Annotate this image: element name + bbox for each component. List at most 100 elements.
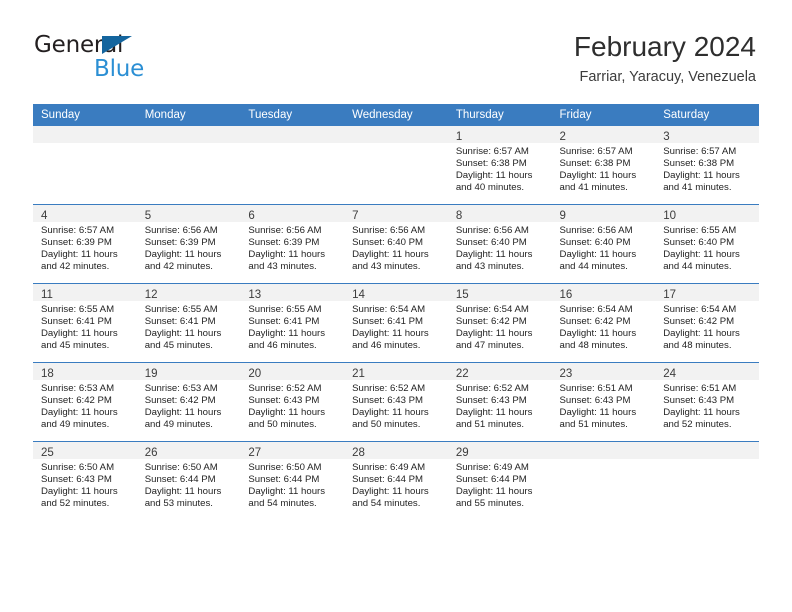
calendar-page: General Blue February 2024 Farriar, Yara… xyxy=(0,0,792,612)
calendar-day-cell[interactable]: 24 Sunrise: 6:51 AM Sunset: 6:43 PM Dayligh… xyxy=(655,362,759,442)
day-number: 7 xyxy=(352,210,359,222)
calendar-day-cell[interactable]: 23 Sunrise: 6:51 AM Sunset: 6:43 PM Dayligh… xyxy=(551,362,656,442)
day-number-band xyxy=(33,126,137,143)
calendar-day-cell[interactable]: 17 Sunrise: 6:54 AM Sunset: 6:42 PM Dayligh… xyxy=(655,283,759,363)
day-number-band: 1 xyxy=(447,126,552,143)
day-details: Sunrise: 6:53 AM Sunset: 6:42 PM Daylight:… xyxy=(137,380,241,431)
calendar-day-cell[interactable]: 29 Sunrise: 6:49 AM Sunset: 6:44 PM Dayligh… xyxy=(447,441,552,520)
day-number: 19 xyxy=(144,368,158,380)
day-number: 5 xyxy=(144,210,152,222)
weekday-header-monday: Monday xyxy=(136,104,241,126)
calendar-body: 1 Sunrise: 6:57 AM Sunset: 6:38 PM Daylight… xyxy=(33,126,759,520)
daylight-text-line1: Daylight: 11 hours xyxy=(41,486,118,498)
calendar-day-cell[interactable]: 16 Sunrise: 6:54 AM Sunset: 6:42 PM Dayligh… xyxy=(551,283,656,363)
calendar-day-cell[interactable]: 26 Sunrise: 6:50 AM Sunset: 6:44 PM Dayligh… xyxy=(136,441,241,520)
sunset-text: Sunset: 6:41 PM xyxy=(352,316,424,328)
calendar-day-cell[interactable]: 9 Sunrise: 6:56 AM Sunset: 6:40 PM Daylight… xyxy=(551,204,656,284)
weekday-header-tuesday: Tuesday xyxy=(240,104,345,126)
calendar-day-cell[interactable]: 21 Sunrise: 6:52 AM Sunset: 6:43 PM Dayligh… xyxy=(344,362,448,442)
day-number-band: 15 xyxy=(447,284,552,301)
calendar-day-cell[interactable]: 11 Sunrise: 6:55 AM Sunset: 6:41 PM Dayligh… xyxy=(33,283,137,363)
sunrise-text: Sunrise: 6:56 AM xyxy=(455,225,529,236)
daylight-text-line1: Daylight: 11 hours xyxy=(144,328,222,340)
calendar-day-cell[interactable]: 22 Sunrise: 6:52 AM Sunset: 6:43 PM Dayligh… xyxy=(447,362,552,442)
day-details: Sunrise: 6:52 AM Sunset: 6:43 PM Daylight:… xyxy=(240,380,344,431)
daylight-text-line1: Daylight: 11 hours xyxy=(559,249,637,261)
empty-day xyxy=(551,442,656,520)
day-number: 25 xyxy=(41,447,54,459)
day-number-band: 20 xyxy=(240,363,345,380)
day-details: Sunrise: 6:54 AM Sunset: 6:42 PM Daylight:… xyxy=(448,301,552,352)
day-details: Sunrise: 6:56 AM Sunset: 6:40 PM Daylight:… xyxy=(344,222,448,273)
calendar-day-cell[interactable]: 1 Sunrise: 6:57 AM Sunset: 6:38 PM Daylight… xyxy=(447,126,552,205)
calendar-day-cell[interactable]: 6 Sunrise: 6:56 AM Sunset: 6:39 PM Daylight… xyxy=(240,204,345,284)
calendar-day-cell[interactable]: 2 Sunrise: 6:57 AM Sunset: 6:38 PM Daylight… xyxy=(551,126,656,205)
day-number-band: 8 xyxy=(447,205,552,222)
calendar-day-cell[interactable] xyxy=(33,126,137,205)
calendar-day-cell[interactable]: 28 Sunrise: 6:49 AM Sunset: 6:44 PM Dayligh… xyxy=(344,441,448,520)
calendar-day-cell[interactable]: 12 Sunrise: 6:55 AM Sunset: 6:41 PM Dayligh… xyxy=(136,283,241,363)
calendar-day-cell[interactable]: 3 Sunrise: 6:57 AM Sunset: 6:38 PM Daylight… xyxy=(655,126,759,205)
daylight-text-line2: and 45 minutes. xyxy=(144,340,213,352)
daylight-text-line2: and 54 minutes. xyxy=(352,498,421,510)
empty-day xyxy=(136,126,241,204)
calendar-day-cell[interactable]: 15 Sunrise: 6:54 AM Sunset: 6:42 PM Dayligh… xyxy=(447,283,552,363)
day-14: 14 Sunrise: 6:54 AM Sunset: 6:41 PM Dayligh… xyxy=(344,284,448,362)
sunrise-text: Sunrise: 6:53 AM xyxy=(144,383,218,394)
calendar-day-cell[interactable] xyxy=(344,126,448,205)
daylight-text-line2: and 44 minutes. xyxy=(559,261,628,273)
sunset-text: Sunset: 6:43 PM xyxy=(352,395,424,407)
sunrise-text: Sunrise: 6:57 AM xyxy=(663,146,737,157)
day-number-band: 2 xyxy=(551,126,656,143)
day-number: 6 xyxy=(248,210,255,222)
sunset-text: Sunset: 6:44 PM xyxy=(144,474,216,486)
calendar-day-cell[interactable]: 25 Sunrise: 6:50 AM Sunset: 6:43 PM Dayligh… xyxy=(33,441,137,520)
daylight-text-line1: Daylight: 11 hours xyxy=(41,328,118,340)
sunset-text: Sunset: 6:38 PM xyxy=(559,158,631,170)
day-23: 23 Sunrise: 6:51 AM Sunset: 6:43 PM Dayligh… xyxy=(551,363,656,441)
day-number: 4 xyxy=(41,210,48,222)
sunrise-text: Sunrise: 6:52 AM xyxy=(248,383,322,394)
sunset-text: Sunset: 6:42 PM xyxy=(663,316,735,328)
calendar-day-cell[interactable] xyxy=(136,126,241,205)
sunset-text: Sunset: 6:42 PM xyxy=(559,316,631,328)
sunrise-text: Sunrise: 6:55 AM xyxy=(41,304,115,315)
calendar-day-cell[interactable] xyxy=(551,441,656,520)
calendar-day-cell[interactable]: 19 Sunrise: 6:53 AM Sunset: 6:42 PM Dayligh… xyxy=(136,362,241,442)
day-19: 19 Sunrise: 6:53 AM Sunset: 6:42 PM Dayligh… xyxy=(136,363,241,441)
calendar-day-cell[interactable]: 10 Sunrise: 6:55 AM Sunset: 6:40 PM Dayligh… xyxy=(655,204,759,284)
sunset-text: Sunset: 6:41 PM xyxy=(144,316,216,328)
calendar-day-cell[interactable] xyxy=(240,126,345,205)
sunrise-text: Sunrise: 6:57 AM xyxy=(41,225,115,236)
day-number: 29 xyxy=(455,447,469,459)
calendar-day-cell[interactable]: 7 Sunrise: 6:56 AM Sunset: 6:40 PM Daylight… xyxy=(344,204,448,284)
location-subtitle: Farriar, Yaracuy, Venezuela xyxy=(579,69,756,85)
calendar-day-cell[interactable] xyxy=(655,441,759,520)
day-details: Sunrise: 6:56 AM Sunset: 6:39 PM Daylight:… xyxy=(137,222,241,273)
weekday-header-friday: Friday xyxy=(551,104,656,126)
day-13: 13 Sunrise: 6:55 AM Sunset: 6:41 PM Dayligh… xyxy=(240,284,345,362)
day-22: 22 Sunrise: 6:52 AM Sunset: 6:43 PM Dayligh… xyxy=(447,363,552,441)
calendar-day-cell[interactable]: 14 Sunrise: 6:54 AM Sunset: 6:41 PM Dayligh… xyxy=(344,283,448,363)
sunset-text: Sunset: 6:44 PM xyxy=(352,474,424,486)
daylight-text-line1: Daylight: 11 hours xyxy=(248,328,326,340)
logo-triangle-icon xyxy=(102,36,132,54)
calendar-day-cell[interactable]: 27 Sunrise: 6:50 AM Sunset: 6:44 PM Dayligh… xyxy=(240,441,345,520)
daylight-text-line1: Daylight: 11 hours xyxy=(248,249,326,261)
day-number-band: 18 xyxy=(33,363,137,380)
daylight-text-line1: Daylight: 11 hours xyxy=(41,249,118,261)
sunset-text: Sunset: 6:43 PM xyxy=(41,474,112,486)
calendar-day-cell[interactable]: 4 Sunrise: 6:57 AM Sunset: 6:39 PM Daylight… xyxy=(33,204,137,284)
sunrise-text: Sunrise: 6:51 AM xyxy=(663,383,737,394)
day-number-band: 9 xyxy=(551,205,656,222)
sunset-text: Sunset: 6:42 PM xyxy=(41,395,112,407)
day-number: 26 xyxy=(144,447,158,459)
day-number: 20 xyxy=(248,368,262,380)
calendar-day-cell[interactable]: 5 Sunrise: 6:56 AM Sunset: 6:39 PM Daylight… xyxy=(136,204,241,284)
day-number: 13 xyxy=(248,289,262,301)
calendar-day-cell[interactable]: 18 Sunrise: 6:53 AM Sunset: 6:42 PM Dayligh… xyxy=(33,362,137,442)
day-number: 9 xyxy=(559,210,566,222)
calendar-day-cell[interactable]: 13 Sunrise: 6:55 AM Sunset: 6:41 PM Dayligh… xyxy=(240,283,345,363)
calendar-day-cell[interactable]: 20 Sunrise: 6:52 AM Sunset: 6:43 PM Dayligh… xyxy=(240,362,345,442)
calendar-day-cell[interactable]: 8 Sunrise: 6:56 AM Sunset: 6:40 PM Daylight… xyxy=(447,204,552,284)
